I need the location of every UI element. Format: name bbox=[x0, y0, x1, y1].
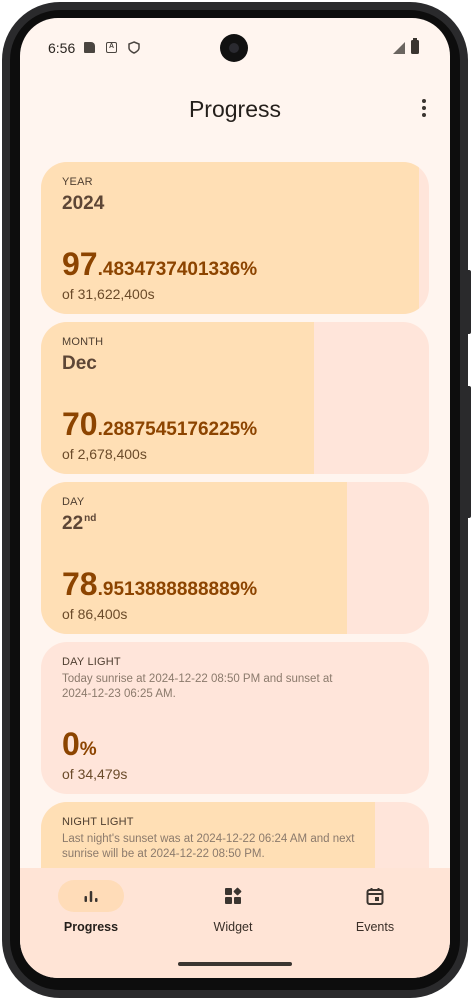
card-daylight[interactable]: DAY LIGHT Today sunrise at 2024-12-22 08… bbox=[41, 642, 429, 794]
progress-percent: 97.4834737401336% bbox=[62, 246, 257, 283]
card-month[interactable]: MONTH Dec 70.2887545176225% of 2,678,400… bbox=[41, 322, 429, 474]
nav-item-events[interactable]: Events bbox=[325, 880, 435, 940]
gesture-handle[interactable] bbox=[178, 962, 292, 966]
card-heading: 2024 bbox=[62, 193, 105, 214]
total-seconds: of 34,479s bbox=[62, 766, 128, 782]
nav-label: Events bbox=[355, 920, 395, 934]
card-description: Today sunrise at 2024-12-22 08:50 PM and… bbox=[62, 673, 333, 700]
total-seconds: of 86,400s bbox=[62, 606, 128, 622]
percent-integer: 70 bbox=[62, 406, 98, 442]
widgets-icon bbox=[225, 887, 242, 904]
card-day[interactable]: DAY 22nd 78.9513888888889% of 86,400s bbox=[41, 482, 429, 634]
card-label: MONTH bbox=[62, 336, 104, 348]
card-heading: 22nd bbox=[62, 513, 96, 535]
nav-item-progress[interactable]: Progress bbox=[41, 880, 151, 940]
percent-integer: 78 bbox=[62, 566, 98, 602]
power-button bbox=[466, 386, 471, 518]
percent-fraction: % bbox=[79, 739, 97, 760]
progress-percent: 78.9513888888889% bbox=[62, 566, 257, 603]
percent-integer: 97 bbox=[62, 246, 98, 282]
percent-fraction: .4834737401336% bbox=[97, 259, 258, 280]
card-label: DAY LIGHT bbox=[62, 656, 121, 668]
day-number: 22 bbox=[62, 513, 84, 534]
ordinal-suffix: nd bbox=[84, 513, 97, 524]
nav-label: Widget bbox=[213, 920, 253, 934]
percent-fraction: .9513888888889% bbox=[97, 579, 258, 600]
percent-integer: 0 bbox=[62, 726, 80, 762]
percent-fraction: .2887545176225% bbox=[97, 419, 258, 440]
card-label: NIGHT LIGHT bbox=[62, 816, 134, 828]
card-heading: Dec bbox=[62, 353, 97, 374]
progress-list: YEAR 2024 97.4834737401336% of 31,622,40… bbox=[20, 18, 450, 978]
screen: 6:56 A Progress YEAR 2024 97.48347374013… bbox=[20, 18, 450, 978]
progress-percent: 0% bbox=[62, 726, 97, 763]
volume-button bbox=[466, 270, 471, 334]
calendar-icon bbox=[366, 888, 384, 905]
nav-item-widget[interactable]: Widget bbox=[183, 880, 293, 940]
card-label: YEAR bbox=[62, 176, 93, 188]
progress-percent: 70.2887545176225% bbox=[62, 406, 257, 443]
card-label: DAY bbox=[62, 496, 85, 508]
total-seconds: of 31,622,400s bbox=[62, 286, 155, 302]
card-year[interactable]: YEAR 2024 97.4834737401336% of 31,622,40… bbox=[41, 162, 429, 314]
card-description: Last night's sunset was at 2024-12-22 06… bbox=[62, 833, 355, 860]
bar-chart-icon bbox=[84, 891, 98, 902]
nav-label: Progress bbox=[63, 920, 119, 934]
total-seconds: of 2,678,400s bbox=[62, 446, 147, 462]
